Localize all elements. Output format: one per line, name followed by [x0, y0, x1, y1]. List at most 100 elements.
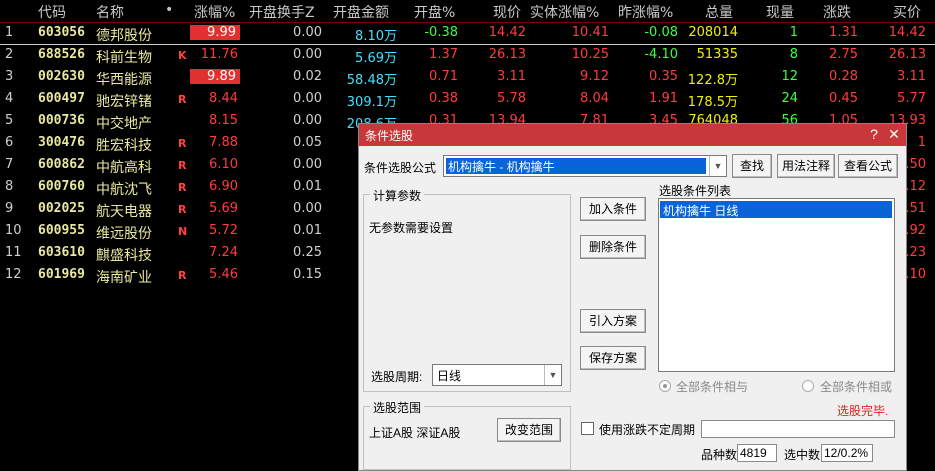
cell-flag: R — [178, 137, 187, 150]
selected-label: 选中数 — [784, 448, 821, 462]
chevron-down-icon[interactable]: ▼ — [709, 156, 726, 176]
cell-change: 2.75 — [829, 47, 858, 62]
col-open-amount[interactable]: 开盘金额 — [333, 2, 389, 22]
cell-code: 002630 — [38, 69, 85, 84]
cell-volume: 122.8万 — [687, 73, 738, 88]
cell-open-turnover: 0.00 — [293, 201, 322, 216]
add-condition-button[interactable]: 加入条件 — [580, 197, 646, 221]
cell-idx: 10 — [5, 223, 22, 238]
change-scope-button[interactable]: 改变范围 — [497, 418, 561, 442]
table-row[interactable]: 4 600497 驰宏锌锗 R 8.44 0.00 309.1万 0.38 5.78 8.04 1.… — [0, 88, 935, 110]
cell-code: 688526 — [38, 47, 85, 62]
save-plan-button[interactable]: 保存方案 — [580, 346, 646, 370]
close-icon[interactable]: ✕ — [886, 126, 902, 142]
status-text: 选股完毕. — [837, 404, 889, 418]
cell-idx: 11 — [5, 245, 22, 260]
cell-code: 600760 — [38, 179, 85, 194]
col-prev-pct[interactable]: 昨涨幅% — [618, 2, 673, 22]
cell-name: 麒盛科技 — [96, 248, 152, 264]
cell-open-amount: 8.10万 — [355, 29, 397, 44]
dialog-titlebar[interactable]: 条件选股 ? ✕ — [359, 124, 906, 146]
list-item[interactable]: 机构擒牛 日线 — [660, 201, 892, 218]
col-change[interactable]: 涨跌 — [823, 2, 851, 22]
cell-bid: 14.42 — [888, 25, 926, 40]
table-row[interactable]: 3 002630 华西能源 9.89 0.02 58.48万 0.71 3.11 9.12 0.3… — [0, 66, 935, 88]
col-bid[interactable]: 买价 — [893, 2, 921, 22]
radio-or[interactable] — [802, 380, 814, 392]
cell-volume: 208014 — [688, 25, 738, 40]
usage-button[interactable]: 用法注释 — [777, 154, 835, 178]
cell-open-turnover: 0.02 — [293, 69, 322, 84]
cell-idx: 1 — [5, 25, 14, 40]
cell-idx: 12 — [5, 267, 22, 282]
cell-open-pct: 0.38 — [429, 91, 458, 106]
count-field: 4819 — [737, 444, 777, 462]
cell-bid: 26.13 — [888, 47, 926, 62]
view-formula-button[interactable]: 查看公式 — [838, 154, 898, 178]
col-name[interactable]: 名称 — [96, 2, 124, 22]
table-row[interactable]: 1 603056 德邦股份 9.99 0.00 8.10万 -0.38 14.42 10.41 -… — [0, 22, 935, 45]
col-open-turnover[interactable]: 开盘换手Z — [249, 2, 315, 22]
unfixed-period-input[interactable] — [701, 420, 895, 438]
params-group: 计算参数 无参数需要设置 选股周期: 日线 ▼ — [363, 187, 571, 392]
formula-select[interactable]: 机构擒牛 - 机构擒牛 ▼ — [443, 155, 727, 177]
cell-flag: N — [178, 225, 188, 238]
import-plan-button[interactable]: 引入方案 — [580, 309, 646, 333]
cell-name: 胜宏科技 — [96, 138, 152, 154]
table-row[interactable]: 2 688526 科前生物 K 11.76 0.00 5.69万 1.37 26.13 10.25… — [0, 44, 935, 66]
period-label: 选股周期: — [371, 370, 423, 384]
cell-code: 601969 — [38, 267, 85, 282]
cell-name: 海南矿业 — [96, 270, 152, 286]
find-button[interactable]: 查找 — [732, 154, 772, 178]
cell-code: 603610 — [38, 245, 85, 260]
cell-change: 0.45 — [829, 91, 858, 106]
cell-flag: R — [178, 181, 187, 194]
col-cur-vol[interactable]: 现量 — [766, 2, 794, 22]
cell-code: 600862 — [38, 157, 85, 172]
cell-flag: R — [178, 203, 187, 216]
cell-change-pct: 6.90 — [209, 179, 238, 194]
cell-prev-pct: 0.35 — [649, 69, 678, 84]
cell-cur-vol: 12 — [781, 69, 798, 84]
cell-price: 26.13 — [488, 47, 526, 62]
col-code[interactable]: 代码 — [38, 2, 66, 22]
cell-name: 华西能源 — [96, 72, 152, 88]
cell-change-pct: 9.99 — [190, 25, 240, 40]
cell-change-pct: 8.15 — [209, 113, 238, 128]
cell-code: 600497 — [38, 91, 85, 106]
cell-idx: 3 — [5, 69, 14, 84]
cell-flag: R — [178, 269, 187, 282]
col-body-pct[interactable]: 实体涨幅% — [530, 2, 599, 22]
cell-open-turnover: 0.00 — [293, 25, 322, 40]
cell-bid: 5.77 — [897, 91, 926, 106]
period-select[interactable]: 日线 ▼ — [432, 364, 562, 386]
delete-condition-button[interactable]: 删除条件 — [580, 235, 646, 259]
chevron-down-icon[interactable]: ▼ — [544, 365, 561, 385]
scope-text: 上证A股 深证A股 — [369, 426, 461, 440]
col-open-pct[interactable]: 开盘% — [414, 2, 455, 22]
formula-select-value: 机构擒牛 - 机构擒牛 — [448, 160, 555, 174]
selected-field: 12/0.2% — [821, 444, 873, 462]
cell-change: 0.28 — [829, 69, 858, 84]
cell-idx: 7 — [5, 157, 14, 172]
col-change-pct[interactable]: 涨幅% — [194, 2, 235, 22]
list-item-label: 机构擒牛 日线 — [663, 204, 739, 218]
cell-name: 德邦股份 — [96, 28, 152, 44]
cell-price: 14.42 — [488, 25, 526, 40]
cell-flag: K — [178, 49, 187, 62]
radio-and[interactable] — [659, 380, 671, 392]
cell-name: 维远股份 — [96, 226, 152, 242]
cell-open-amount: 58.48万 — [346, 73, 397, 88]
cell-change-pct: 7.24 — [209, 245, 238, 260]
col-volume[interactable]: 总量 — [705, 2, 733, 22]
help-icon[interactable]: ? — [866, 126, 882, 142]
unfixed-period-checkbox[interactable] — [581, 422, 594, 435]
period-select-value: 日线 — [437, 369, 462, 383]
condition-list-label: 选股条件列表 — [659, 184, 732, 198]
cell-body-pct: 9.12 — [580, 69, 609, 84]
cell-change: 1.31 — [829, 25, 858, 40]
col-price[interactable]: 现价 — [493, 2, 521, 22]
count-label: 品种数 — [701, 448, 738, 462]
radio-and-label: 全部条件相与 — [676, 380, 749, 394]
condition-list[interactable]: 机构擒牛 日线 — [658, 198, 895, 372]
